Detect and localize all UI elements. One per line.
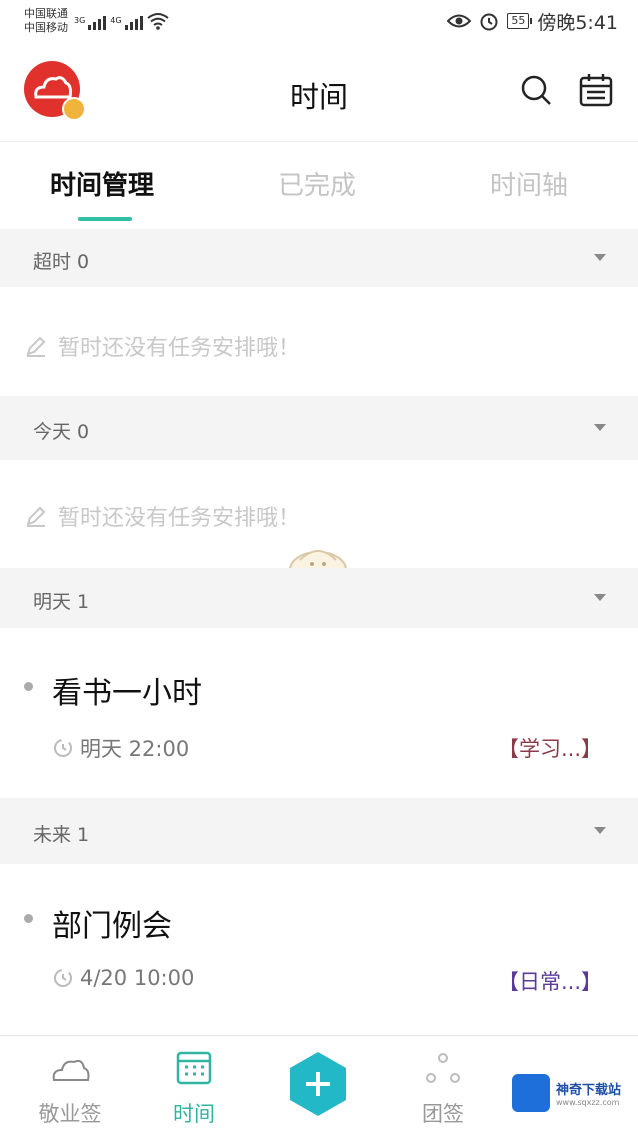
empty-state: 暂时还没有任务安排哦！ [24,330,300,362]
search-icon[interactable] [518,72,554,108]
calendar-icon[interactable] [578,72,614,108]
caret-down-icon [594,594,606,601]
section-label: 未来 1 [33,824,90,846]
add-button[interactable] [288,1050,348,1118]
signal-4g-icon: 4G [110,16,143,30]
carrier-2: 中国移动 [24,21,68,34]
section-future[interactable]: 未来 1 [0,798,638,864]
bullet-icon [24,682,33,691]
empty-text: 暂时还没有任务安排哦！ [58,336,301,361]
status-bar: 中国联通 中国移动 3G 4G 55 傍晚5:41 [0,0,638,42]
app-header: 时间 [0,42,638,142]
watermark-logo-icon [512,1074,550,1112]
cloud-icon [52,1059,90,1081]
watermark-url: www.sqxzz.com [556,1098,620,1107]
section-tomorrow[interactable]: 明天 1 [0,568,638,628]
section-overdue[interactable]: 超时 0 [0,229,638,287]
repeat-clock-icon [54,969,72,987]
empty-state: 暂时还没有任务安排哦！ [24,500,300,532]
wifi-icon [146,13,169,30]
carrier-1: 中国联通 [24,7,68,20]
team-icon [426,1053,460,1083]
nav-item-team[interactable]: 团签 [383,1036,503,1135]
tab-time-management[interactable]: 时间管理 [50,165,154,202]
battery-icon: 55 [507,13,533,29]
section-label: 超时 0 [33,251,90,273]
task-title: 部门例会 [52,909,172,944]
section-today[interactable]: 今天 0 [0,396,638,460]
watermark-text: 神奇下载站 [556,1083,622,1098]
signal-3g-icon: 3G [74,16,107,30]
clock: 傍晚5:41 [537,11,618,34]
alarm-icon [480,13,498,31]
tab-bar: 时间管理 已完成 时间轴 [0,143,638,228]
task-category-tag[interactable]: 【学习...】 [498,733,602,763]
nav-item-jingyeqian[interactable]: 敬业签 [10,1036,130,1135]
section-label: 明天 1 [33,591,90,613]
tab-timeline[interactable]: 时间轴 [490,165,568,202]
tab-completed[interactable]: 已完成 [278,165,356,202]
task-time: 4/20 10:00 [52,966,194,990]
watermark: 神奇下载站 www.sqxzz.com [512,1070,632,1116]
nav-label: 敬业签 [38,1102,102,1126]
eye-icon [447,14,472,28]
pencil-icon [26,336,46,357]
section-label: 今天 0 [33,421,90,443]
carrier-names: 中国联通 中国移动 [24,7,68,35]
pencil-icon [26,506,46,527]
task-category-tag[interactable]: 【日常...】 [498,966,602,996]
caret-down-icon [594,254,606,261]
task-time: 明天 22:00 [52,733,189,763]
task-title: 看书一小时 [52,676,202,711]
empty-text: 暂时还没有任务安排哦！ [58,506,301,531]
caret-down-icon [594,424,606,431]
caret-down-icon [594,827,606,834]
nav-item-time[interactable]: 时间 [134,1036,254,1135]
tab-indicator [78,217,132,221]
bullet-icon [24,914,33,923]
repeat-clock-icon [54,739,72,757]
signal-indicators: 3G 4G [74,12,169,30]
calendar-grid-icon [176,1051,212,1085]
nav-label: 时间 [173,1102,215,1126]
nav-label: 团签 [422,1102,464,1126]
